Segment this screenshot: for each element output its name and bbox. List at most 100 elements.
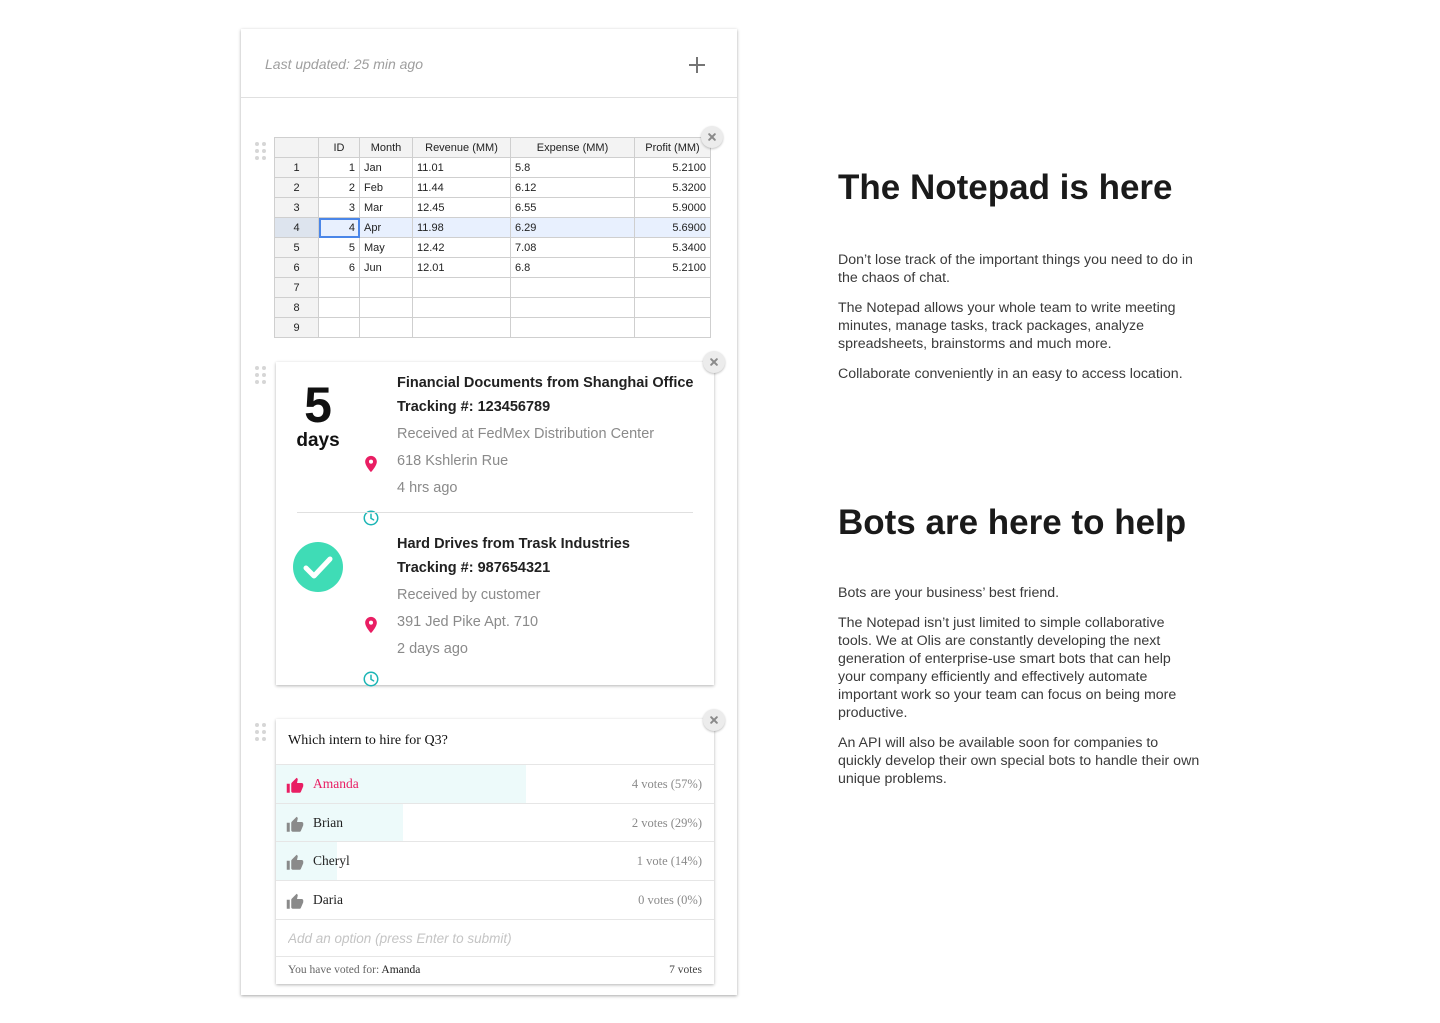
table-cell[interactable]: 6.55: [510, 197, 635, 218]
row-header[interactable]: 9: [274, 317, 319, 338]
row-header[interactable]: 3: [274, 197, 319, 218]
poll-option[interactable]: Amanda 4 votes (57%): [276, 764, 714, 803]
table-cell[interactable]: [510, 297, 635, 318]
table-cell[interactable]: 5.3400: [634, 237, 711, 258]
row-header[interactable]: 2: [274, 177, 319, 198]
table-cell[interactable]: 12.01: [412, 257, 511, 278]
table-cell[interactable]: Mar: [359, 197, 413, 218]
row-header[interactable]: 6: [274, 257, 319, 278]
poll-option-name: Brian: [313, 814, 343, 830]
thumbs-up-icon[interactable]: [286, 854, 304, 872]
table-cell[interactable]: [412, 317, 511, 338]
table-cell[interactable]: 5.8: [510, 157, 635, 178]
table-cell[interactable]: [634, 317, 711, 338]
row-header[interactable]: 5: [274, 237, 319, 258]
table-cell[interactable]: 2: [318, 177, 360, 198]
table-cell[interactable]: [412, 297, 511, 318]
poll-close-button[interactable]: [703, 709, 725, 731]
poll-option-name: Cheryl: [313, 853, 350, 869]
thumbs-up-icon[interactable]: [286, 893, 304, 911]
table-cell[interactable]: 5.9000: [634, 197, 711, 218]
table-cell[interactable]: Jan: [359, 157, 413, 178]
packages-close-button[interactable]: [703, 351, 725, 373]
table-cell[interactable]: [359, 297, 413, 318]
thumbs-up-icon[interactable]: [286, 777, 304, 795]
table-cell[interactable]: 7.08: [510, 237, 635, 258]
table-cell[interactable]: 6: [318, 257, 360, 278]
table-cell[interactable]: May: [359, 237, 413, 258]
clock-icon: [363, 671, 379, 687]
poll-question: Which intern to hire for Q3?: [288, 733, 448, 748]
table-cell[interactable]: 4: [318, 217, 360, 238]
table-cell[interactable]: [318, 297, 360, 318]
package-divider: [297, 512, 693, 513]
package-title[interactable]: Hard Drives from Trask Industries: [397, 536, 630, 552]
table-row: 1 1 Jan 11.01 5.8 5.2100: [274, 157, 711, 178]
spreadsheet-header-row: ID Month Revenue (MM) Expense (MM) Profi…: [274, 137, 711, 158]
table-cell[interactable]: 11.44: [412, 177, 511, 198]
packages-drag-handle-icon[interactable]: [255, 366, 267, 390]
poll-option-votes: 2 votes (29%): [631, 815, 702, 830]
corner-cell[interactable]: [274, 137, 319, 158]
location-pin-icon: [365, 616, 377, 634]
package-title[interactable]: Financial Documents from Shanghai Office: [397, 375, 694, 391]
column-header[interactable]: ID: [318, 137, 360, 158]
spreadsheet[interactable]: ID Month Revenue (MM) Expense (MM) Profi…: [274, 137, 711, 338]
poll-drag-handle-icon[interactable]: [255, 723, 267, 747]
table-cell[interactable]: [318, 317, 360, 338]
table-cell[interactable]: 11.01: [412, 157, 511, 178]
table-row: 3 3 Mar 12.45 6.55 5.9000: [274, 197, 711, 218]
package-status: Received at FedMex Distribution Center: [397, 426, 655, 442]
column-header[interactable]: Profit (MM): [634, 137, 711, 158]
column-header[interactable]: Revenue (MM): [412, 137, 511, 158]
package-address: 391 Jed Pike Apt. 710: [397, 614, 539, 630]
table-cell[interactable]: 3: [318, 197, 360, 218]
table-cell[interactable]: [359, 277, 413, 298]
bots-paragraph: The Notepad isn’t just limited to simple…: [838, 615, 1177, 721]
table-row: 5 5 May 12.42 7.08 5.3400: [274, 237, 711, 258]
table-cell[interactable]: 6.8: [510, 257, 635, 278]
poll-option[interactable]: Daria 0 votes (0%): [276, 880, 714, 919]
add-widget-button[interactable]: [685, 53, 709, 77]
add-poll-option-input[interactable]: [276, 919, 714, 957]
table-cell[interactable]: 6.29: [510, 217, 635, 238]
column-header[interactable]: Expense (MM): [510, 137, 635, 158]
spreadsheet-drag-handle-icon[interactable]: [255, 142, 267, 166]
table-cell[interactable]: 5.6900: [634, 217, 711, 238]
row-header[interactable]: 4: [274, 217, 319, 238]
package-time: 2 days ago: [397, 641, 468, 657]
table-cell[interactable]: Apr: [359, 217, 413, 238]
spreadsheet-close-button[interactable]: [701, 126, 723, 148]
table-cell[interactable]: [634, 297, 711, 318]
row-header[interactable]: 1: [274, 157, 319, 178]
table-cell[interactable]: 12.45: [412, 197, 511, 218]
table-cell[interactable]: 5.2100: [634, 157, 711, 178]
table-cell[interactable]: 5: [318, 237, 360, 258]
table-cell[interactable]: [359, 317, 413, 338]
table-row: 8: [274, 297, 711, 318]
table-cell[interactable]: [510, 317, 635, 338]
table-cell[interactable]: Feb: [359, 177, 413, 198]
table-cell[interactable]: 11.98: [412, 217, 511, 238]
table-cell[interactable]: 1: [318, 157, 360, 178]
poll-option[interactable]: Brian 2 votes (29%): [276, 802, 714, 842]
table-cell[interactable]: Jun: [359, 257, 413, 278]
table-cell[interactable]: 5.2100: [634, 257, 711, 278]
notepad-header: Last updated: 25 min ago: [241, 29, 737, 98]
table-cell[interactable]: [318, 277, 360, 298]
package-time: 4 hrs ago: [397, 480, 458, 496]
table-cell[interactable]: 5.3200: [634, 177, 711, 198]
thumbs-up-icon[interactable]: [286, 816, 304, 834]
table-cell[interactable]: [634, 277, 711, 298]
table-cell[interactable]: 6.12: [510, 177, 635, 198]
poll-option-name: Amanda: [313, 776, 359, 791]
column-header[interactable]: Month: [359, 137, 413, 158]
row-header[interactable]: 8: [274, 297, 319, 318]
notepad-paragraph: Don’t lose track of the important things…: [838, 252, 1193, 286]
table-cell[interactable]: [510, 277, 635, 298]
table-cell[interactable]: 12.42: [412, 237, 511, 258]
package-status: Received by customer: [397, 587, 541, 603]
row-header[interactable]: 7: [274, 277, 319, 298]
table-cell[interactable]: [412, 277, 511, 298]
poll-option[interactable]: Cheryl 1 vote (14%): [276, 841, 714, 881]
